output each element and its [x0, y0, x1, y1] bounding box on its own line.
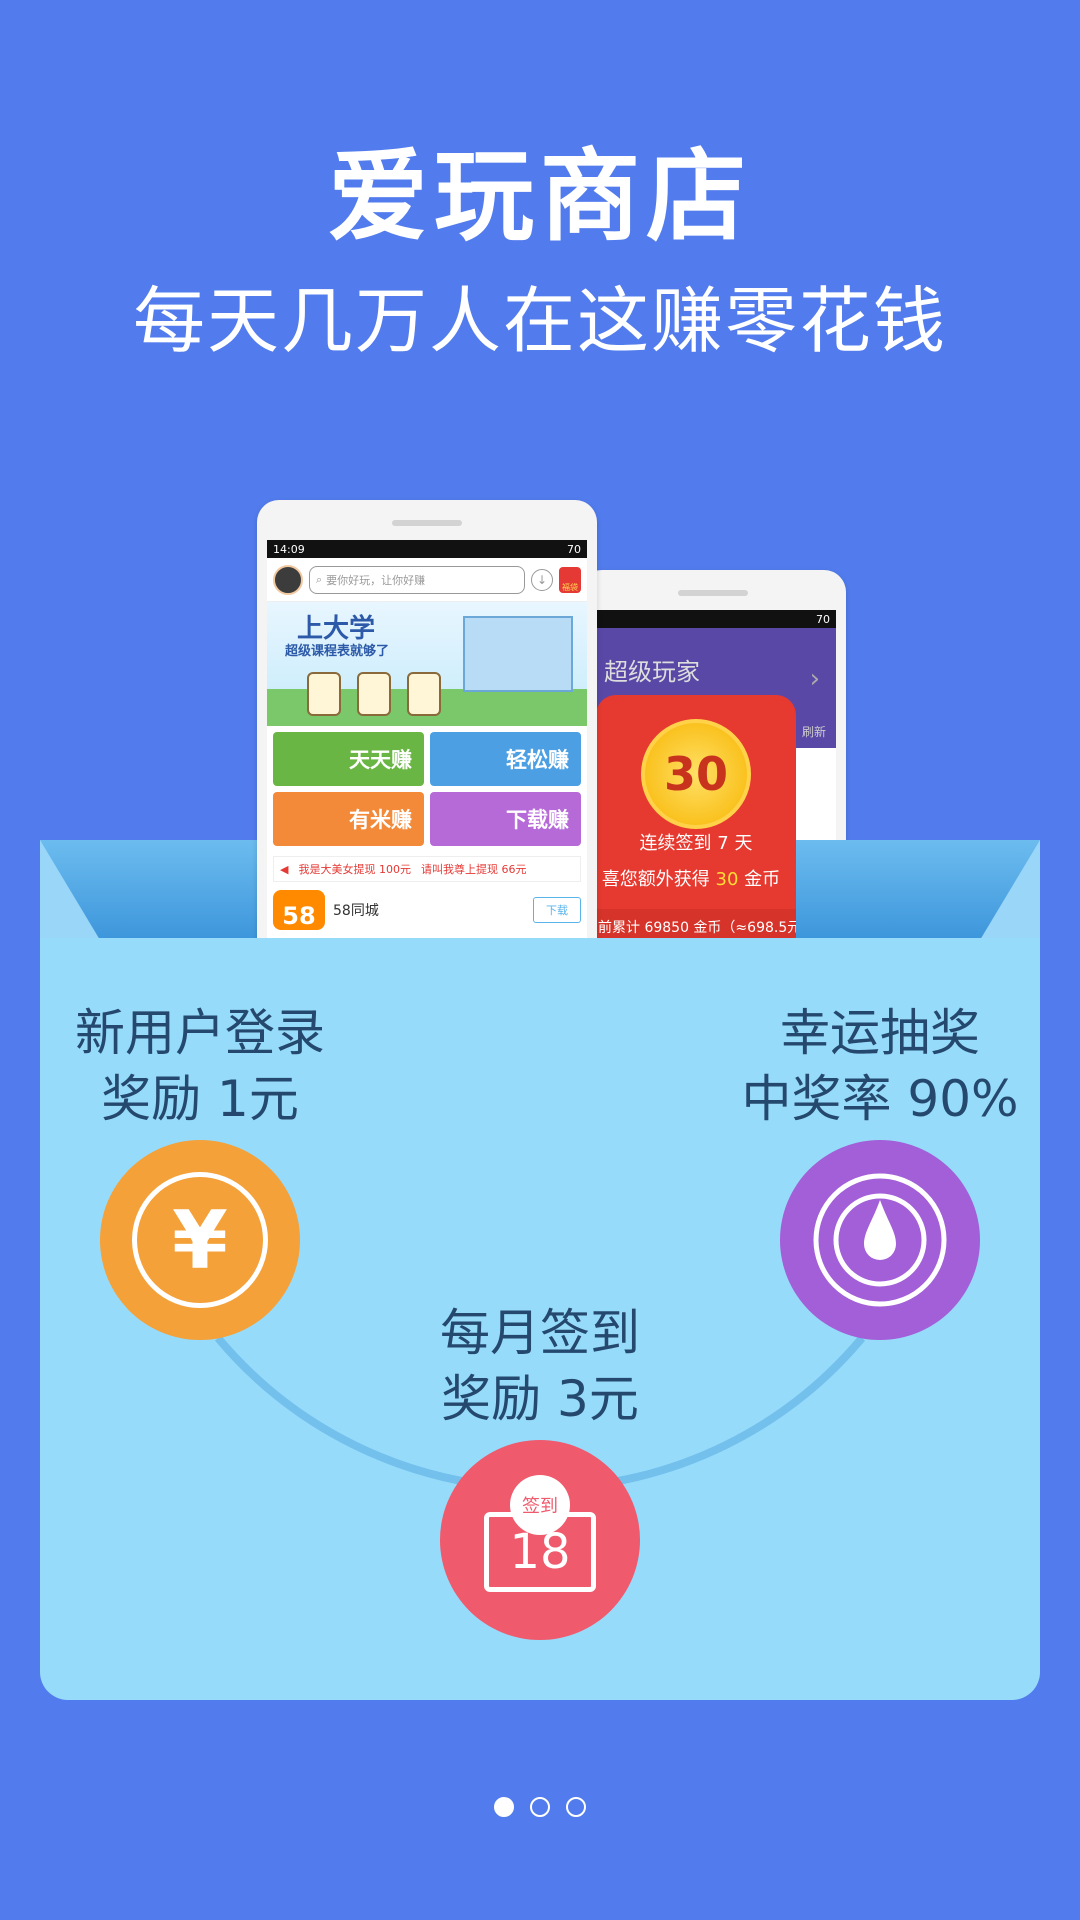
feature-title: 幸运抽奖	[780, 1004, 980, 1062]
yen-circle: ¥	[100, 1140, 300, 1340]
feature-title: 每月签到	[440, 1304, 640, 1362]
feature-new-user: 新用户登录 奖励 1元	[60, 1000, 340, 1132]
feature-title: 新用户登录	[75, 1004, 325, 1062]
feature-reward: 奖励 3元	[441, 1370, 639, 1428]
signin-circle: 签到 18	[440, 1440, 640, 1640]
signin-badge: 签到	[510, 1475, 570, 1535]
drop-target-icon	[813, 1173, 947, 1307]
yen-icon: ¥	[132, 1172, 268, 1308]
feature-monthly-signin: 每月签到 奖励 3元	[400, 1300, 680, 1432]
feature-reward: 中奖率 90%	[741, 1070, 1019, 1128]
calendar-icon: 签到 18	[484, 1475, 596, 1592]
feature-lucky-draw: 幸运抽奖 中奖率 90%	[740, 1000, 1020, 1132]
feature-reward: 奖励 1元	[101, 1070, 299, 1128]
lucky-draw-circle	[780, 1140, 980, 1340]
